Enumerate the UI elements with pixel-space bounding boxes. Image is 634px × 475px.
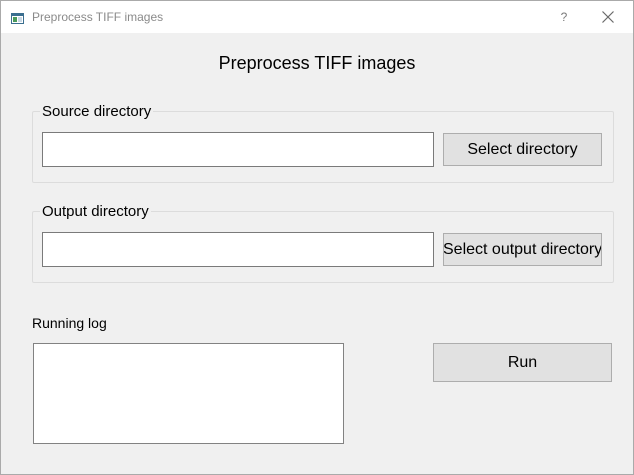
- select-directory-label: Select directory: [467, 141, 578, 158]
- run-button-label: Run: [507, 354, 538, 371]
- app-window-icon: [11, 11, 24, 24]
- running-log-label: Running log: [32, 315, 107, 331]
- title-bar: Preprocess TIFF images ?: [1, 1, 633, 33]
- source-directory-label: Source directory: [40, 103, 154, 120]
- page-title: Preprocess TIFF images: [218, 53, 416, 73]
- close-button[interactable]: [591, 1, 625, 33]
- close-icon: [602, 11, 614, 23]
- select-directory-button[interactable]: Select directory: [443, 133, 602, 166]
- select-output-directory-button[interactable]: Select output directory: [443, 233, 602, 266]
- output-directory-label: Output directory: [40, 203, 151, 220]
- select-output-directory-label: Select output directory: [443, 241, 602, 258]
- source-directory-input[interactable]: [42, 132, 434, 167]
- dialog-window: Preprocess TIFF images ? Preprocess TIFF…: [0, 0, 634, 475]
- help-button[interactable]: ?: [549, 1, 579, 33]
- run-button[interactable]: Run: [433, 343, 612, 382]
- output-directory-input[interactable]: [42, 232, 434, 267]
- running-log-box[interactable]: [33, 343, 344, 444]
- window-title: Preprocess TIFF images: [32, 10, 164, 24]
